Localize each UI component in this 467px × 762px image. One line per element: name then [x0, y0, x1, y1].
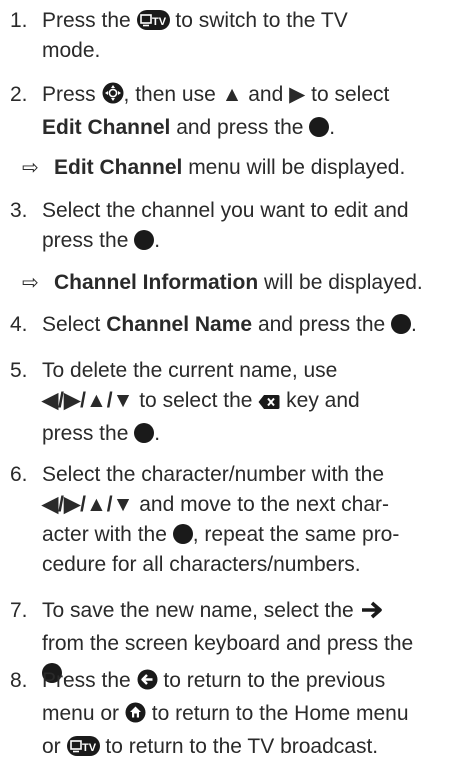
step-number: 5. — [10, 359, 28, 382]
ok-button-icon — [134, 423, 155, 443]
right-arrow-key-icon — [360, 599, 384, 629]
step-text: Press the to return to the previous menu… — [42, 669, 409, 758]
back-button-icon — [137, 669, 158, 699]
up-arrow-icon: ▲ — [221, 83, 243, 106]
ok-button-icon — [309, 117, 330, 137]
direction-keys-icon: ◀/▶/▲/▼ — [42, 389, 134, 412]
ok-button-icon — [134, 230, 155, 250]
step-text: To delete the current name, use ◀/▶/▲/▼ … — [42, 359, 360, 445]
step-number: 8. — [10, 669, 28, 692]
result-arrow-icon: ⇨ — [22, 157, 39, 179]
ok-button-icon — [391, 314, 412, 334]
step-text: Select the channel you want to edit and … — [42, 199, 409, 252]
tv-button-icon: TV — [66, 736, 100, 756]
step-number: 2. — [10, 83, 28, 106]
step-text: Select the character/number with the ◀/▶… — [42, 463, 400, 576]
backspace-key-icon — [258, 389, 280, 419]
instruction-document: 1. Press the TV to switch to the TV mode… — [0, 0, 467, 760]
right-arrow-icon: ▶ — [289, 83, 306, 106]
result-arrow-icon: ⇨ — [22, 272, 39, 294]
direction-keys-icon: ◀/▶/▲/▼ — [42, 493, 134, 516]
step-text: Press the TV to switch to the TV mode. — [42, 9, 348, 62]
tv-button-icon: TV — [136, 10, 170, 30]
navigation-pad-icon — [102, 82, 124, 113]
step-number: 7. — [10, 599, 28, 622]
ok-button-icon — [172, 524, 193, 544]
step-number: 1. — [10, 9, 28, 32]
step-text: Select Channel Name and press the . — [42, 313, 417, 336]
step-text: Press , then use ▲ and ▶ to select Edit … — [42, 82, 390, 139]
svg-text:TV: TV — [82, 742, 97, 754]
step-number: 3. — [10, 199, 28, 222]
step-number: 4. — [10, 313, 28, 336]
step-number: 6. — [10, 463, 28, 486]
home-button-icon — [125, 702, 146, 732]
svg-text:TV: TV — [152, 16, 167, 28]
